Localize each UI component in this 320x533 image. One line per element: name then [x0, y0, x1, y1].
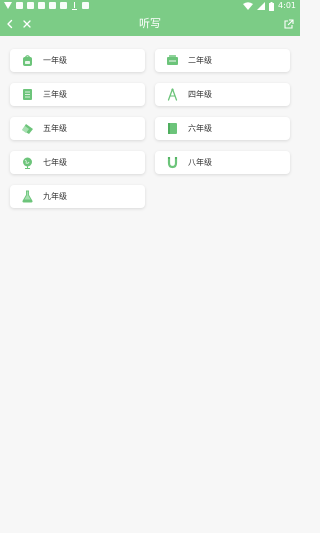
grade-label: 九年级 [43, 192, 67, 201]
notification-icon [49, 2, 56, 9]
status-bar: 4:01 [0, 0, 300, 12]
signal-strength-icon [257, 2, 266, 10]
grade-card-6[interactable]: 六年级 [155, 117, 290, 140]
app-header: 听写 [0, 12, 300, 36]
grade-label: 二年级 [188, 56, 212, 65]
grade-label: 四年级 [188, 90, 212, 99]
notebook-icon [168, 123, 177, 134]
status-icons-right: 4:01 [243, 1, 296, 11]
grade-label: 七年级 [43, 158, 67, 167]
status-icons-left [4, 2, 89, 10]
grade-card-9[interactable]: 九年级 [10, 185, 145, 208]
signal-icon [4, 2, 12, 9]
notification-icon [38, 2, 45, 9]
wifi-icon [243, 2, 254, 10]
download-icon [71, 2, 78, 10]
grade-card-1[interactable]: 一年级 [10, 49, 145, 72]
notification-icon [16, 2, 23, 9]
globe-icon [23, 157, 32, 169]
notification-icon [60, 2, 67, 9]
grade-card-4[interactable]: 四年级 [155, 83, 290, 106]
grade-label: 一年级 [43, 56, 67, 65]
flask-icon [22, 190, 33, 203]
book-icon [23, 89, 32, 100]
grade-card-8[interactable]: 八年级 [155, 151, 290, 174]
page-title: 听写 [139, 17, 161, 30]
grade-card-2[interactable]: 二年级 [155, 49, 290, 72]
eraser-icon [22, 124, 33, 134]
notification-icon [27, 2, 34, 9]
battery-icon [269, 1, 275, 11]
grade-label: 八年级 [188, 158, 212, 167]
compass-icon [167, 88, 178, 101]
grade-card-3[interactable]: 三年级 [10, 83, 145, 106]
magnet-icon [167, 157, 178, 169]
grade-label: 三年级 [43, 90, 67, 99]
grade-label: 六年级 [188, 124, 212, 133]
status-time: 4:01 [278, 1, 296, 10]
share-button[interactable] [279, 12, 297, 36]
backpack-icon [23, 55, 32, 66]
grade-label: 五年级 [43, 124, 67, 133]
chalkboard-icon [167, 55, 178, 65]
notification-icon [82, 2, 89, 9]
grade-card-5[interactable]: 五年级 [10, 117, 145, 140]
share-icon [283, 18, 294, 29]
grade-card-7[interactable]: 七年级 [10, 151, 145, 174]
